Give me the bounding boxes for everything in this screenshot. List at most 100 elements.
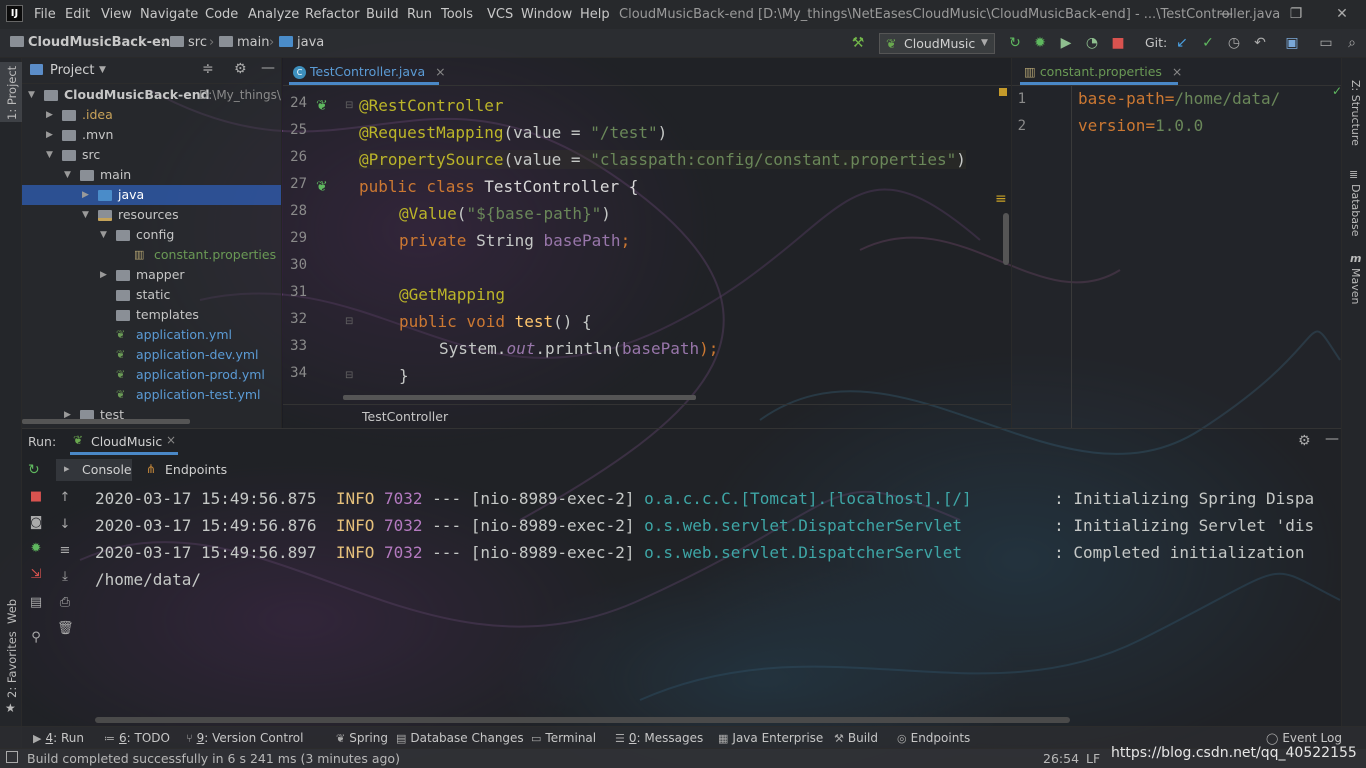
build-hammer-icon[interactable]: ⚒ xyxy=(850,35,866,51)
debug-icon[interactable]: ✹ xyxy=(1032,35,1048,51)
fold-icon[interactable]: ⊟ xyxy=(345,370,353,381)
tab-test-controller[interactable]: C TestController.java × xyxy=(289,58,446,85)
structure-tool-label[interactable]: Z: Structure xyxy=(1349,80,1362,146)
tab-endpoints[interactable]: ⋔ Endpoints xyxy=(140,459,230,481)
tool-window-endpoints[interactable]: ◎ Endpoints xyxy=(897,731,970,745)
breadcrumb-project[interactable]: CloudMusicBack-end xyxy=(10,35,179,50)
code-line-29[interactable]: private String basePath; xyxy=(399,231,630,250)
property-line-2[interactable]: version=1.0.0 xyxy=(1078,116,1203,135)
project-structure-icon[interactable]: ▣ xyxy=(1284,35,1300,51)
tree-item[interactable]: ▼ src xyxy=(22,145,281,165)
collapsed-arrow-icon[interactable]: ▶ xyxy=(46,105,56,125)
menu-tools[interactable]: Tools xyxy=(441,7,473,22)
expanded-arrow-icon[interactable]: ▼ xyxy=(82,205,92,225)
maven-tool-label[interactable]: Maven xyxy=(1349,268,1362,304)
menu-view[interactable]: View xyxy=(101,7,132,22)
maximize-button[interactable]: ❐ xyxy=(1276,3,1316,25)
property-line-1[interactable]: base-path=/home/data/ xyxy=(1078,89,1280,108)
collapsed-arrow-icon[interactable]: ▶ xyxy=(82,185,92,205)
line-separator[interactable]: LF xyxy=(1086,751,1100,766)
menu-analyze[interactable]: Analyze xyxy=(248,7,299,22)
breadcrumb-src[interactable]: src xyxy=(170,35,207,50)
tree-item[interactable]: ❦ application-dev.yml xyxy=(22,345,281,365)
tool-window-version-control[interactable]: ⑂ 9: Version Control xyxy=(186,731,303,745)
menu-refactor[interactable]: Refactor xyxy=(305,7,360,22)
fold-icon[interactable]: ⊟ xyxy=(345,316,353,327)
tree-item[interactable]: ▶ mapper xyxy=(22,265,281,285)
run-configuration-select[interactable]: ❦ CloudMusic ▼ xyxy=(879,33,995,54)
git-history-icon[interactable]: ◷ xyxy=(1226,35,1242,51)
restore-layout-icon[interactable]: ▤ xyxy=(28,595,44,611)
expanded-arrow-icon[interactable]: ▼ xyxy=(46,145,56,165)
print-icon[interactable]: ⎙ xyxy=(57,595,73,611)
menu-edit[interactable]: Edit xyxy=(65,7,90,22)
tool-window-messages[interactable]: ☰ 0: Messages xyxy=(615,731,703,745)
collapsed-arrow-icon[interactable]: ▶ xyxy=(100,265,110,285)
event-log-button[interactable]: ◯ Event Log xyxy=(1266,731,1342,745)
hide-panel-icon[interactable]: — xyxy=(1325,431,1339,447)
fold-icon[interactable]: ⊟ xyxy=(345,100,353,111)
expanded-arrow-icon[interactable]: ▼ xyxy=(64,165,74,185)
trash-icon[interactable]: 🗑 xyxy=(57,621,74,637)
debug-icon[interactable]: ✹ xyxy=(28,541,44,557)
code-line-25[interactable]: @RequestMapping(value = "/test") xyxy=(359,123,667,142)
horizontal-scrollbar[interactable] xyxy=(22,419,190,424)
menu-file[interactable]: File xyxy=(34,7,56,22)
rerun-icon[interactable]: ↻ xyxy=(1007,35,1023,51)
tool-window-build[interactable]: ⚒ Build xyxy=(834,731,878,745)
inspection-warning-icon[interactable] xyxy=(999,88,1007,96)
collapsed-arrow-icon[interactable]: ▶ xyxy=(46,125,56,145)
close-tab-icon[interactable]: × xyxy=(435,64,445,79)
breadcrumb-main[interactable]: main xyxy=(219,35,269,50)
exit-icon[interactable]: ⇲ xyxy=(28,567,44,583)
code-line-28[interactable]: @Value("${base-path}") xyxy=(399,204,611,223)
code-line-26[interactable]: @PropertySource(value = "classpath:confi… xyxy=(359,150,966,169)
project-tool-button[interactable]: 1: Project xyxy=(0,62,22,122)
tab-constant-properties[interactable]: ▥ constant.properties × xyxy=(1020,58,1182,85)
code-line-33[interactable]: System.out.println(basePath); xyxy=(439,339,718,358)
project-view-title[interactable]: Project xyxy=(50,63,94,78)
menu-window[interactable]: Window xyxy=(521,7,572,22)
tab-console[interactable]: ▸ Console xyxy=(56,459,132,481)
code-line-31[interactable]: @GetMapping xyxy=(399,285,505,304)
tree-item[interactable]: ▥ constant.properties xyxy=(22,245,281,265)
search-icon[interactable]: ⌕ xyxy=(1344,35,1360,51)
tree-item[interactable]: ❦ application.yml xyxy=(22,325,281,345)
profile-icon[interactable]: ◔ xyxy=(1084,35,1100,51)
menu-code[interactable]: Code xyxy=(205,7,238,22)
git-commit-icon[interactable]: ✓ xyxy=(1200,35,1216,51)
expanded-arrow-icon[interactable]: ▼ xyxy=(28,85,38,105)
spring-bean-gutter-icon[interactable]: ❦ xyxy=(316,179,328,195)
spring-bean-gutter-icon[interactable]: ❦ xyxy=(316,98,328,114)
toggle-toolbar-icon[interactable]: ▭ xyxy=(1318,35,1334,51)
favorites-tool-label[interactable]: 2: Favorites xyxy=(5,631,19,698)
menu-build[interactable]: Build xyxy=(366,7,399,22)
toggle-tool-windows-icon[interactable] xyxy=(6,751,18,763)
collapse-all-icon[interactable]: ≑ xyxy=(202,61,214,77)
menu-help[interactable]: Help xyxy=(580,7,610,22)
horizontal-scrollbar[interactable] xyxy=(343,395,696,400)
minimize-button[interactable]: — xyxy=(1206,3,1246,25)
tree-item[interactable]: ▼ resources xyxy=(22,205,281,225)
tree-item[interactable]: ▼ main xyxy=(22,165,281,185)
tree-item[interactable]: ❦ application-test.yml xyxy=(22,385,281,405)
run-with-coverage-icon[interactable]: ▶ xyxy=(1058,35,1074,51)
tool-window-run[interactable]: ▶ 4: Run xyxy=(33,731,84,745)
menu-navigate[interactable]: Navigate xyxy=(140,7,198,22)
tree-item[interactable]: ▶ .mvn xyxy=(22,125,281,145)
close-tab-icon[interactable]: × xyxy=(166,433,176,447)
tool-window-terminal[interactable]: ▭ Terminal xyxy=(531,731,596,745)
tool-window-database-changes[interactable]: ▤ Database Changes xyxy=(396,731,524,745)
code-line-34[interactable]: } xyxy=(399,366,409,385)
tree-item[interactable]: ❦ application-prod.yml xyxy=(22,365,281,385)
horizontal-scrollbar[interactable] xyxy=(95,717,1070,723)
soft-wrap-icon[interactable]: ≡ xyxy=(57,543,73,559)
database-tool-label[interactable]: Database xyxy=(1349,184,1362,237)
gear-icon[interactable]: ⚙ xyxy=(1298,433,1311,449)
code-line-27[interactable]: public class TestController { xyxy=(359,177,638,196)
menu-vcs[interactable]: VCS xyxy=(487,7,513,22)
status-message[interactable]: Build completed successfully in 6 s 241 … xyxy=(27,751,400,766)
web-tool-label[interactable]: Web xyxy=(5,599,19,624)
tool-window-todo[interactable]: ≔ 6: TODO xyxy=(104,731,170,745)
vertical-scrollbar[interactable] xyxy=(1003,213,1009,265)
